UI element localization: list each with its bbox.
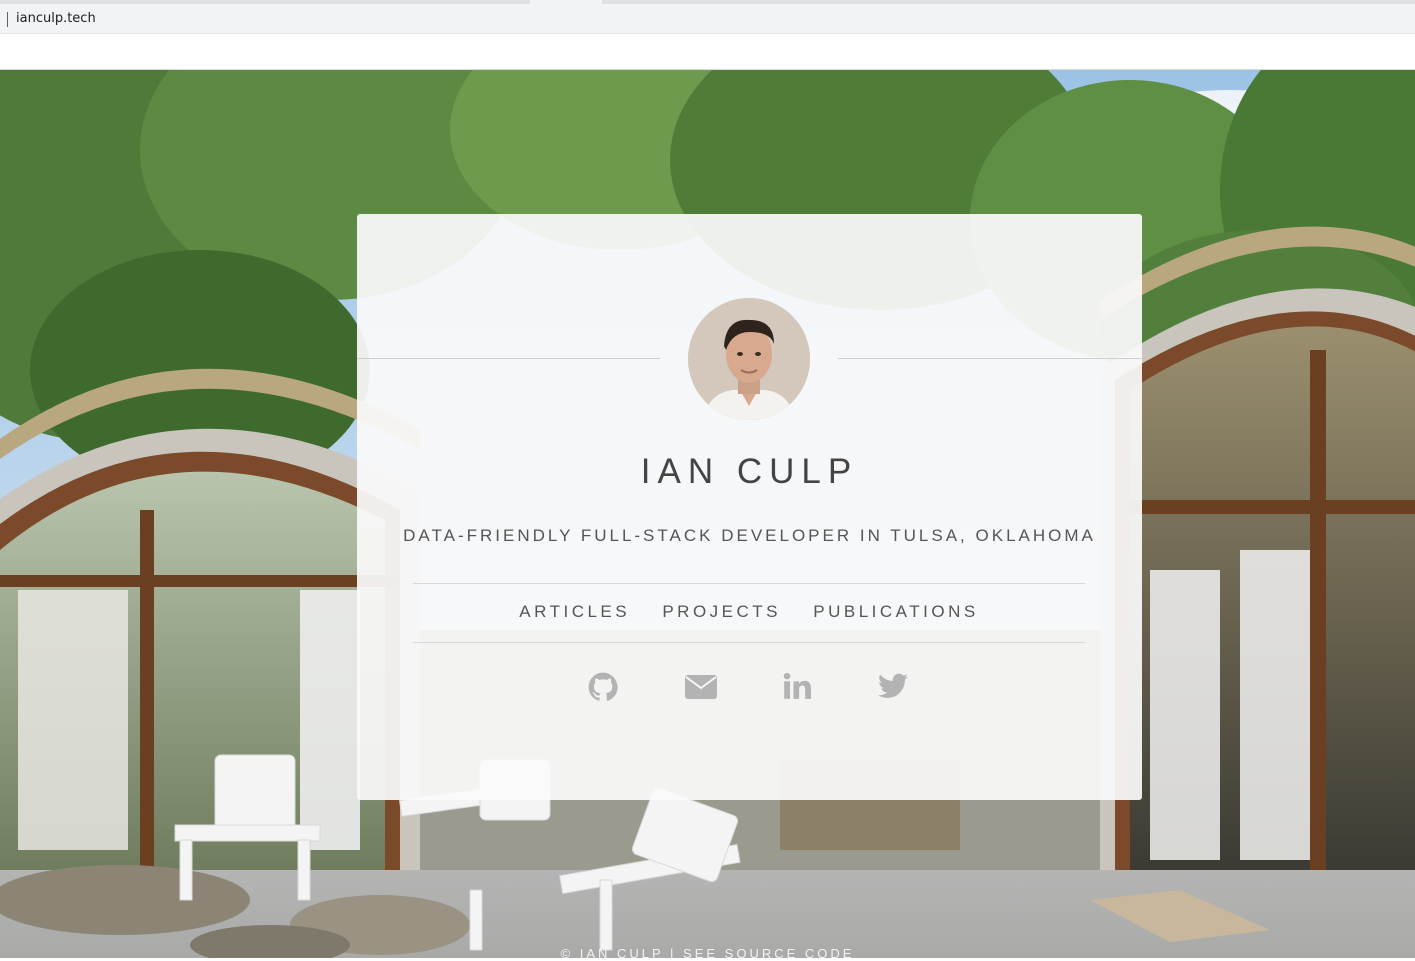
envelope-icon[interactable] [684, 672, 720, 706]
twitter-icon[interactable] [878, 672, 914, 706]
text-caret [7, 12, 8, 27]
profile-card: IAN CULP DATA-FRIENDLY FULL-STACK DEVELO… [357, 214, 1142, 800]
social-links [357, 672, 1142, 712]
github-icon[interactable] [588, 672, 624, 706]
nav-divider-bottom [413, 642, 1085, 643]
linkedin-icon[interactable] [783, 672, 819, 706]
footer: © IAN CULP | SEE SOURCE CODE [560, 946, 855, 961]
nav-divider-top [413, 583, 1085, 584]
main-nav: ARTICLES PROJECTS PUBLICATIONS [413, 602, 1085, 622]
address-bar-url[interactable]: ianculp.tech [16, 11, 96, 26]
nav-publications-link[interactable]: PUBLICATIONS [813, 602, 978, 621]
page-top-spacer [0, 34, 1415, 70]
nav-projects-link[interactable]: PROJECTS [662, 602, 781, 621]
divider-right [838, 358, 1142, 359]
divider-left [357, 358, 660, 359]
page-title: IAN CULP [640, 452, 859, 491]
avatar [688, 298, 810, 420]
nav-articles-link[interactable]: ARTICLES [519, 602, 630, 621]
tagline: DATA-FRIENDLY FULL-STACK DEVELOPER IN TU… [403, 526, 1096, 545]
address-bar[interactable]: ianculp.tech [0, 4, 1415, 34]
